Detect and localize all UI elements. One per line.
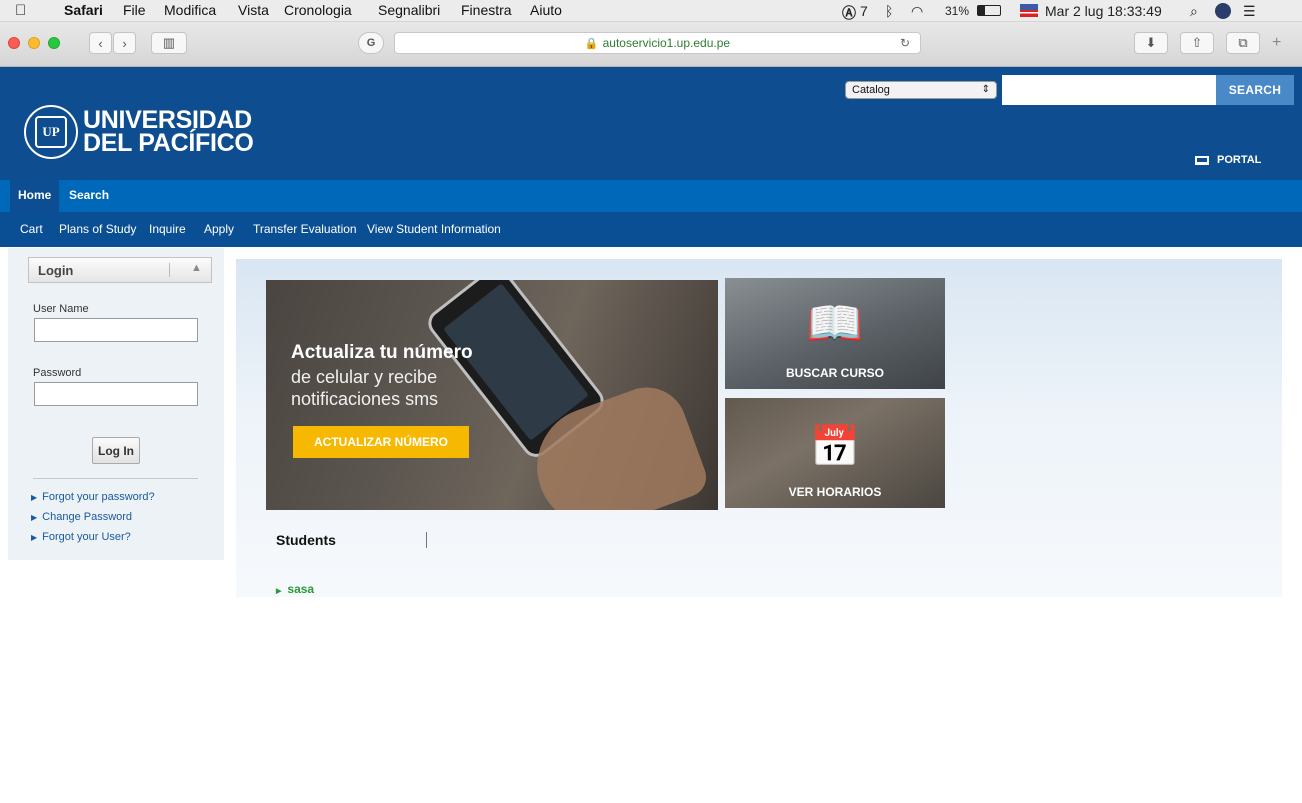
password-field[interactable] <box>34 382 198 406</box>
zoom-window-icon[interactable] <box>48 37 60 49</box>
search-course-label: BUSCAR CURSO <box>785 366 884 380</box>
calendar-clock-icon: 📅 <box>810 425 860 469</box>
tab-search[interactable]: Search <box>61 180 117 212</box>
password-label: Password <box>33 367 82 379</box>
menu-cronologia[interactable]: Cronologia <box>284 2 352 18</box>
book-icon: 📖 <box>806 297 864 349</box>
url-text: autoservicio1.up.edu.pe <box>602 36 731 50</box>
login-divider <box>33 478 198 479</box>
notification-center-icon[interactable]: ☰ <box>1243 3 1256 20</box>
tabs-overview-icon[interactable]: ⧉ <box>1226 32 1260 54</box>
login-title: Login <box>38 263 74 278</box>
login-panel-header[interactable]: Login ▲ <box>28 257 212 283</box>
nav-inquire[interactable]: Inquire <box>149 222 186 236</box>
search-button[interactable]: SEARCH <box>1216 75 1294 105</box>
share-icon[interactable]: ⇧ <box>1180 32 1214 54</box>
header-divider <box>169 263 170 277</box>
main-content: Actualiza tu número de celular y recibe … <box>236 259 1282 597</box>
menu-vista[interactable]: Vista <box>238 2 269 18</box>
spotlight-icon[interactable]: ⌕ <box>1190 3 1198 20</box>
login-panel: Login ▲ User Name Password Log In ▶ Forgo… <box>8 248 224 560</box>
battery-percent: 31% <box>945 4 970 18</box>
bullet-icon: ▶ <box>31 533 38 542</box>
new-tab-icon[interactable]: + <box>1272 34 1281 52</box>
students-heading: Students <box>276 532 336 548</box>
nav-apply[interactable]: Apply <box>204 222 234 236</box>
forgot-password-label: Forgot your password? <box>42 491 155 503</box>
laptop-icon <box>1195 155 1209 165</box>
portal-link[interactable]: PORTAL <box>1195 154 1261 166</box>
login-button[interactable]: Log In <box>92 437 140 464</box>
forgot-user-label: Forgot your User? <box>42 531 131 543</box>
close-window-icon[interactable] <box>8 37 20 49</box>
bluetooth-icon[interactable]: ᛒ <box>885 3 893 19</box>
siri-icon[interactable] <box>1215 3 1231 19</box>
change-password-link[interactable]: ▶ Change Password <box>31 511 132 523</box>
adobe-count: 7 <box>860 3 868 19</box>
username-field[interactable] <box>34 318 198 342</box>
view-schedules-tile[interactable]: 📅 VER HORARIOS <box>725 398 945 508</box>
extension-icon[interactable]: G <box>358 32 384 54</box>
collapse-icon[interactable]: ▲ <box>191 262 202 274</box>
adobe-icon[interactable]: Ⓐ <box>842 3 856 23</box>
students-divider <box>426 532 427 548</box>
university-logo-text[interactable]: UNIVERSIDAD DEL PACÍFICO <box>83 108 254 157</box>
address-bar[interactable]: 🔒 autoservicio1.up.edu.pe ↻ <box>394 32 921 54</box>
bullet-icon: ▶ <box>31 513 38 522</box>
forgot-user-link[interactable]: ▶ Forgot your User? <box>31 531 131 543</box>
students-item-label: sasa <box>287 582 315 596</box>
battery-icon[interactable] <box>977 5 1001 16</box>
nav-transfer-evaluation[interactable]: Transfer Evaluation <box>253 222 357 236</box>
username-label: User Name <box>33 303 89 315</box>
menu-segnalibri[interactable]: Segnalibri <box>378 2 440 18</box>
downloads-icon[interactable]: ⬇ <box>1134 32 1168 54</box>
bullet-icon: ▶ <box>31 493 38 502</box>
menu-aiuto[interactable]: Aiuto <box>530 2 562 18</box>
update-number-banner[interactable]: Actualiza tu número de celular y recibe … <box>266 280 718 510</box>
flag-icon[interactable] <box>1020 4 1038 17</box>
catalog-select-value: Catalog <box>852 84 890 96</box>
search-input[interactable] <box>1002 75 1216 105</box>
nav-cart[interactable]: Cart <box>20 222 43 236</box>
view-schedules-label: VER HORARIOS <box>788 485 882 499</box>
browser-toolbar: ‹ › ▥ G 🔒 autoservicio1.up.edu.pe ↻ ⬇ ⇧ … <box>0 22 1302 67</box>
wifi-icon[interactable]: ◠ <box>911 3 923 20</box>
banner-subtitle: de celular y recibe notificaciones sms <box>291 367 439 409</box>
minimize-window-icon[interactable] <box>28 37 40 49</box>
catalog-select[interactable]: Catalog ⇕ <box>845 81 997 99</box>
site-header: UP UNIVERSIDAD DEL PACÍFICO Catalog ⇕ SE… <box>0 67 1302 180</box>
menu-file[interactable]: File <box>123 2 146 18</box>
university-seal-icon[interactable]: UP <box>24 105 78 159</box>
nav-plans-of-study[interactable]: Plans of Study <box>59 222 136 236</box>
bullet-icon: ▶ <box>276 588 282 595</box>
forward-icon[interactable]: › <box>113 32 136 54</box>
nav-view-student-information[interactable]: View Student Information <box>367 222 501 236</box>
menu-modifica[interactable]: Modifica <box>164 2 216 18</box>
forgot-password-link[interactable]: ▶ Forgot your password? <box>31 491 155 503</box>
back-icon[interactable]: ‹ <box>89 32 112 54</box>
menu-bar:  Safari File Modifica Vista Cronologia … <box>0 0 1302 22</box>
sidebar-icon[interactable]: ▥ <box>151 32 187 54</box>
clock[interactable]: Mar 2 lug 18:33:49 <box>1045 3 1162 19</box>
portal-label: PORTAL <box>1217 154 1262 166</box>
apple-menu-icon[interactable]:  <box>15 2 26 19</box>
menu-safari[interactable]: Safari <box>64 2 103 18</box>
tab-home[interactable]: Home <box>10 180 60 212</box>
logo-line-2: DEL PACÍFICO <box>83 129 254 157</box>
reload-icon[interactable]: ↻ <box>900 36 910 50</box>
change-password-label: Change Password <box>42 511 133 523</box>
search-course-tile[interactable]: 📖 BUSCAR CURSO <box>725 278 945 389</box>
banner-title: Actualiza tu número <box>291 342 473 363</box>
students-list-item[interactable]: ▶ sasa <box>276 582 314 596</box>
update-number-button[interactable]: ACTUALIZAR NÚMERO <box>293 426 469 458</box>
lock-icon: 🔒 <box>584 37 599 50</box>
secondary-nav: Cart Plans of Study Inquire Apply Transf… <box>0 212 1302 247</box>
primary-nav: Home Search <box>0 180 1302 212</box>
menu-finestra[interactable]: Finestra <box>461 2 512 18</box>
select-arrows-icon: ⇕ <box>981 84 990 95</box>
